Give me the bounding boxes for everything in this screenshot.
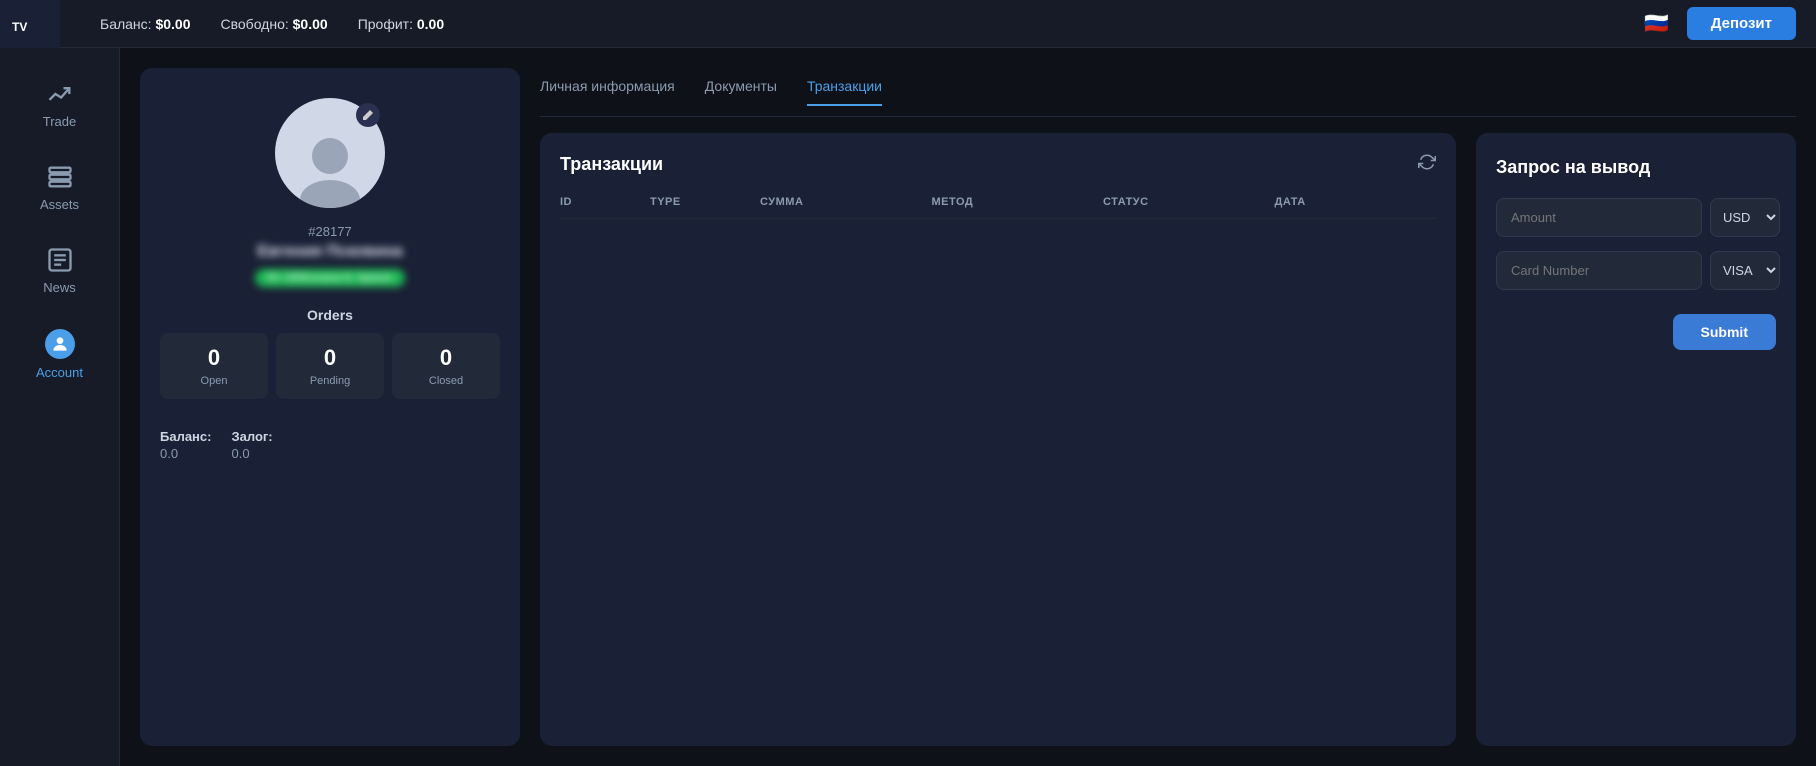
assets-icon <box>46 163 74 191</box>
edit-icon <box>362 109 374 121</box>
orders-pending: 0 Pending <box>276 333 384 399</box>
withdraw-panel: Запрос на вывод USD EUR BTC VISA <box>1476 133 1796 746</box>
tab-documents[interactable]: Документы <box>705 78 777 106</box>
orders-closed: 0 Closed <box>392 333 500 399</box>
content-area: #28177 Евгения Псковина RI: ORiKovana N.… <box>120 48 1816 766</box>
margin-label: Залог: <box>231 429 272 444</box>
col-id: ID <box>560 196 640 208</box>
table-header: ID TYPE СУММА МЕТОД СТАТУС ДАТА <box>560 196 1436 219</box>
amount-input[interactable] <box>1496 198 1702 237</box>
col-type: TYPE <box>650 196 750 208</box>
card-number-input[interactable] <box>1496 251 1702 290</box>
amount-row: USD EUR BTC <box>1496 198 1776 237</box>
orders-open-label: Open <box>168 375 260 387</box>
profit-text: Профит: 0.00 <box>358 16 444 32</box>
balance-item: Баланс: 0.0 <box>160 429 211 461</box>
card-row: VISA MC <box>1496 251 1776 290</box>
orders-pending-count: 0 <box>284 345 376 371</box>
logo: TV <box>0 0 60 48</box>
account-icon <box>50 334 70 354</box>
right-section: Личная информация Документы Транзакции Т… <box>540 68 1796 746</box>
refresh-icon[interactable] <box>1418 153 1436 176</box>
panel-header: Транзакции <box>560 153 1436 176</box>
avatar-edit-button[interactable] <box>356 103 380 127</box>
orders-open: 0 Open <box>160 333 268 399</box>
sidebar-item-news[interactable]: News <box>0 234 119 307</box>
currency-select[interactable]: USD EUR BTC <box>1710 198 1780 237</box>
sidebar: Trade Assets News <box>0 48 120 766</box>
orders-section: Orders 0 Open 0 Pending 0 Closed <box>160 307 500 399</box>
profile-card: #28177 Евгения Псковина RI: ORiKovana N.… <box>140 68 520 746</box>
news-icon <box>46 246 74 274</box>
profile-id: #28177 <box>308 224 351 239</box>
col-amount: СУММА <box>760 196 922 208</box>
flag-icon: 🇷🇺 <box>1643 14 1671 34</box>
withdraw-title: Запрос на вывод <box>1496 157 1776 178</box>
topbar-right: 🇷🇺 Депозит <box>1643 7 1796 40</box>
margin-item: Залог: 0.0 <box>231 429 272 461</box>
col-date: ДАТА <box>1275 196 1437 208</box>
sidebar-item-account[interactable]: Account <box>0 317 119 392</box>
sidebar-item-assets[interactable]: Assets <box>0 151 119 224</box>
profile-name: Евгения Псковина <box>257 243 403 261</box>
orders-grid: 0 Open 0 Pending 0 Closed <box>160 333 500 399</box>
main-layout: Trade Assets News <box>0 48 1816 766</box>
sidebar-label-news: News <box>43 280 76 295</box>
avatar-placeholder-icon <box>290 128 370 208</box>
sidebar-label-account: Account <box>36 365 83 380</box>
col-status: СТАТУС <box>1103 196 1265 208</box>
tab-transactions[interactable]: Транзакции <box>807 78 882 106</box>
transactions-panel: Транзакции ID TYPE СУММА <box>540 133 1456 746</box>
free-text: Свободно: $0.00 <box>221 16 328 32</box>
col-method: МЕТОД <box>932 196 1094 208</box>
balance-section: Баланс: 0.0 Залог: 0.0 <box>160 419 500 461</box>
tab-personal[interactable]: Личная информация <box>540 78 675 106</box>
card-type-select[interactable]: VISA MC <box>1710 251 1780 290</box>
margin-value: 0.0 <box>231 446 272 461</box>
account-avatar <box>45 329 75 359</box>
sidebar-label-assets: Assets <box>40 197 79 212</box>
balance-text: Баланс: $0.00 <box>100 16 191 32</box>
tabs: Личная информация Документы Транзакции <box>540 68 1796 117</box>
transactions-title: Транзакции <box>560 154 663 175</box>
orders-pending-label: Pending <box>284 375 376 387</box>
profile-status: RI: ORiKovana N. Ilyanov <box>255 269 404 287</box>
topbar: TV Баланс: $0.00 Свободно: $0.00 Профит:… <box>0 0 1816 48</box>
topbar-balance: Баланс: $0.00 Свободно: $0.00 Профит: 0.… <box>100 16 444 32</box>
deposit-button[interactable]: Депозит <box>1687 7 1796 40</box>
orders-closed-label: Closed <box>400 375 492 387</box>
sidebar-item-trade[interactable]: Trade <box>0 68 119 141</box>
svg-text:TV: TV <box>12 20 27 34</box>
sidebar-label-trade: Trade <box>43 114 76 129</box>
table-empty <box>560 219 1436 319</box>
orders-title: Orders <box>160 307 500 323</box>
submit-button[interactable]: Submit <box>1673 314 1776 350</box>
balance-value: 0.0 <box>160 446 211 461</box>
orders-closed-count: 0 <box>400 345 492 371</box>
balance-label: Баланс: <box>160 429 211 444</box>
avatar-wrapper <box>275 98 385 208</box>
chart-icon <box>46 80 74 108</box>
main-row: Транзакции ID TYPE СУММА <box>540 133 1796 746</box>
orders-open-count: 0 <box>168 345 260 371</box>
